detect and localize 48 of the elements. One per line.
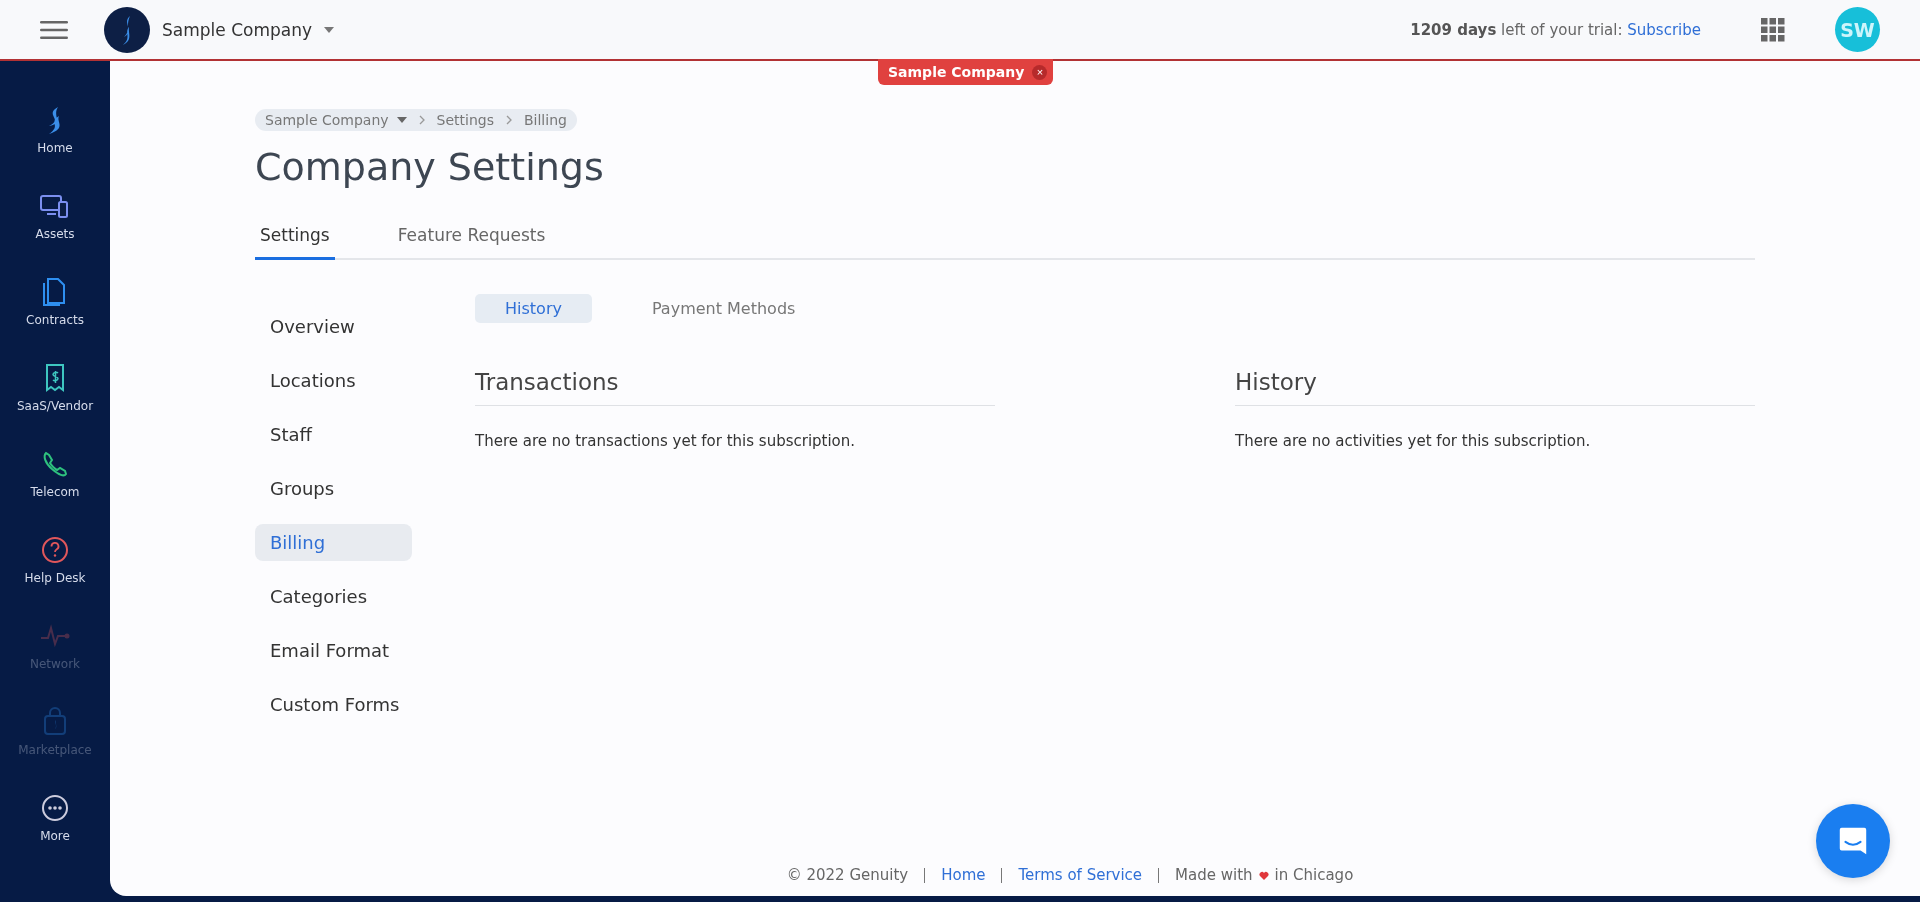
menu-item[interactable]: Custom Forms [255,686,412,723]
company-logo-icon [104,6,150,53]
menu-item[interactable]: Categories [255,578,412,615]
copyright-text: © 2022 Genuity [786,866,909,884]
breadcrumb-link[interactable]: Sample Company [265,112,389,128]
menu-item[interactable]: Locations [255,362,412,399]
subscribe-link[interactable]: Subscribe [1627,20,1701,39]
company-selector[interactable]: Sample Company [162,19,335,40]
footer-link[interactable]: Terms of Service [1018,866,1143,884]
sidebar-item[interactable]: More [40,787,70,843]
sidebar-item[interactable]: Telecom [30,443,80,499]
sidebar-item[interactable]: Assets [35,185,75,241]
tab[interactable]: Feature Requests [392,219,551,260]
subtab[interactable]: History [475,294,592,323]
location-text: in Chicago [1274,866,1354,884]
page-title: Company Settings [255,145,605,189]
trial-notice: 1209 days left of your trial: [1410,20,1624,39]
footer-link[interactable]: Home [941,866,986,884]
sidebar-item[interactable]: Contracts [26,271,84,327]
more-icon [40,793,70,823]
sidebar-item[interactable]: Home [37,99,73,155]
menu-item[interactable]: Groups [255,470,412,507]
caret-icon [396,117,407,123]
menu-item[interactable]: Billing [255,524,412,561]
menu-icon[interactable] [40,19,68,40]
chat-button[interactable] [1816,804,1890,878]
caret-icon [324,26,335,33]
made-with-text: Made with [1175,866,1253,884]
menu-item[interactable]: Email Format [255,632,412,669]
menu-item[interactable]: Overview [255,308,412,345]
close-button[interactable]: × [1032,64,1048,80]
tab[interactable]: Settings [255,219,335,260]
empty-message: There are no activities yet for this subscription. [1235,432,1592,450]
chevron-icon [418,115,425,125]
menu-item[interactable]: Staff [255,416,412,453]
breadcrumb-link[interactable]: Billing [523,112,567,128]
section-title: Transactions [475,369,995,406]
badge-label: Sample Company [888,64,1025,80]
chevron-icon [505,115,512,125]
sidebar-item[interactable]: Help Desk [24,529,86,585]
help-icon [40,535,70,565]
section-title: History [1235,369,1755,406]
heart-icon [1258,870,1269,880]
subtab[interactable]: Payment Methods [621,294,826,323]
sidebar-item[interactable]: SaaS/Vendor [16,357,94,413]
apps-grid-icon[interactable] [1761,17,1785,42]
breadcrumb-link[interactable]: Settings [436,112,494,128]
empty-message: There are no transactions yet for this subscription. [475,432,857,450]
